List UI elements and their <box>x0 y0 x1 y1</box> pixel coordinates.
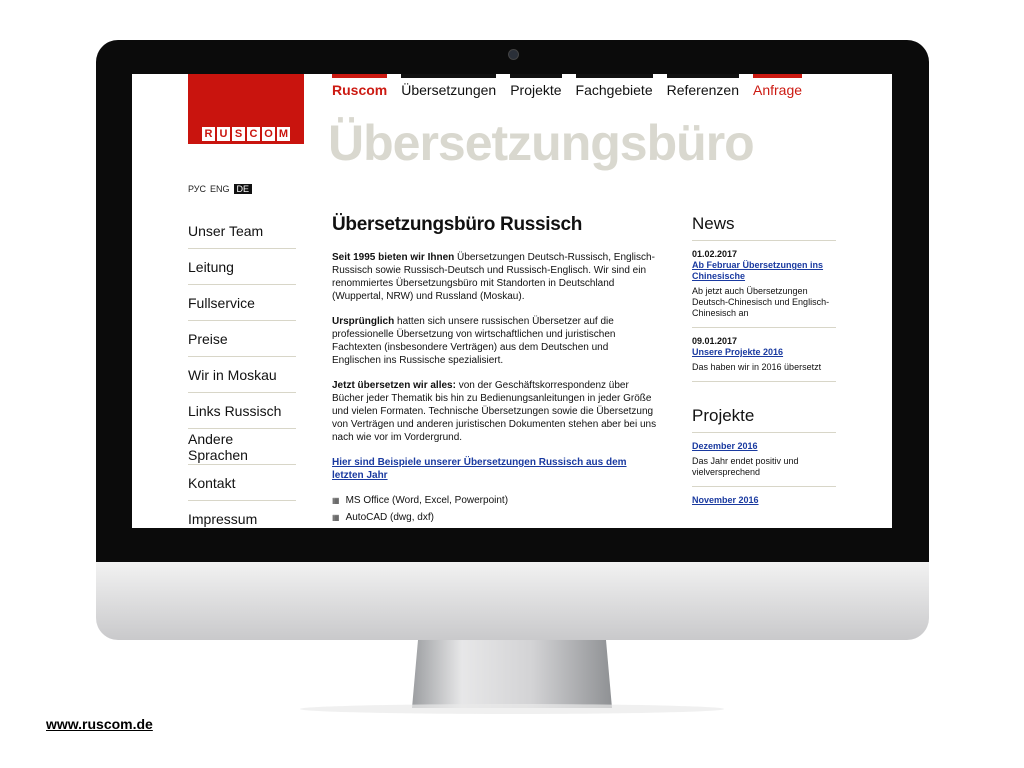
project-link[interactable]: November 2016 <box>692 495 759 505</box>
history-paragraph: Ursprünglich hatten sich unsere russisch… <box>332 315 658 367</box>
nav-projekte[interactable]: Projekte <box>510 74 562 98</box>
sidebar-item-unser-team[interactable]: Unser Team <box>188 213 296 249</box>
sidebar-item-impressum[interactable]: Impressum <box>188 501 296 528</box>
intro-bold: Seit 1995 bieten wir Ihnen <box>332 252 455 263</box>
sidebar-item-leitung[interactable]: Leitung <box>188 249 296 285</box>
grid-bullet-icon: ▦ <box>332 513 340 522</box>
nav-referenzen[interactable]: Referenzen <box>666 74 739 98</box>
sidebar-item-links[interactable]: Links Russisch <box>188 393 296 429</box>
examples-link[interactable]: Hier sind Beispiele unserer Übersetzunge… <box>332 457 627 481</box>
list-item-label: AutoCAD (dwg, dxf) <box>345 512 434 523</box>
monitor-stand <box>412 640 612 708</box>
list-item-label: MS Office (Word, Excel, Powerpoint) <box>345 495 509 506</box>
right-column: News 01.02.2017 Ab Februar Übersetzungen… <box>692 214 836 514</box>
nav-ruscom[interactable]: Ruscom <box>332 74 388 98</box>
camera-icon <box>508 49 519 60</box>
news-date: 09.01.2017 <box>692 336 738 346</box>
logo-letter: O <box>262 127 275 141</box>
lang-en[interactable]: ENG <box>210 184 230 194</box>
project-item: November 2016 <box>692 487 836 514</box>
news-heading: News <box>692 214 836 241</box>
grid-bullet-icon: ▦ <box>332 496 340 505</box>
news-link[interactable]: Unsere Projekte 2016 <box>692 347 783 357</box>
services-bold: Jetzt übersetzen wir alles: <box>332 380 456 391</box>
project-item: Dezember 2016 Das Jahr endet positiv und… <box>692 433 836 487</box>
project-link[interactable]: Dezember 2016 <box>692 441 758 451</box>
monitor-chin <box>96 562 929 640</box>
logo-letter: S <box>232 127 245 141</box>
news-item: 01.02.2017 Ab Februar Übersetzungen ins … <box>692 241 836 328</box>
logo-letter: U <box>217 127 230 141</box>
news-date: 01.02.2017 <box>692 249 738 259</box>
list-item: ▦ MS Office (Word, Excel, Powerpoint) <box>332 494 658 507</box>
nav-anfrage[interactable]: Anfrage <box>753 74 803 98</box>
lang-de[interactable]: DE <box>233 184 253 194</box>
main-heading: Übersetzungsbüro Russisch <box>332 214 583 235</box>
sidebar-item-sprachen[interactable]: Andere Sprachen <box>188 429 296 465</box>
website-screen: R U S C O M Ruscom Übersetzungen Projekt… <box>132 74 892 528</box>
nav-uebersetzungen[interactable]: Übersetzungen <box>401 74 497 98</box>
main-content: Übersetzungsbüro Russisch Seit 1995 biet… <box>332 214 658 528</box>
language-switcher: РУС ENG DE <box>188 184 253 194</box>
site-url-caption[interactable]: www.ruscom.de <box>46 716 153 732</box>
services-paragraph: Jetzt übersetzen wir alles: von der Gesc… <box>332 379 658 444</box>
logo-letter: C <box>247 127 260 141</box>
sidebar-item-kontakt[interactable]: Kontakt <box>188 465 296 501</box>
history-bold: Ursprünglich <box>332 316 395 327</box>
top-navigation: Ruscom Übersetzungen Projekte Fachgebiet… <box>332 74 803 98</box>
lang-ru[interactable]: РУС <box>188 184 206 194</box>
news-text: Das haben wir in 2016 übersetzt <box>692 362 822 372</box>
examples-paragraph: Hier sind Beispiele unserer Übersetzunge… <box>332 456 658 482</box>
sidebar-item-preise[interactable]: Preise <box>188 321 296 357</box>
list-item: ▦ AutoCAD (dwg, dxf) <box>332 511 658 524</box>
projects-heading: Projekte <box>692 406 836 433</box>
sidebar-menu: Unser Team Leitung Fullservice Preise Wi… <box>188 213 296 528</box>
project-text: Das Jahr endet positiv und vielversprech… <box>692 456 799 477</box>
sidebar-item-moskau[interactable]: Wir in Moskau <box>188 357 296 393</box>
logo-letters: R U S C O M <box>188 127 304 141</box>
news-link[interactable]: Ab Februar Übersetzungen ins Chinesische <box>692 260 823 281</box>
nav-fachgebiete[interactable]: Fachgebiete <box>575 74 653 98</box>
sidebar-item-fullservice[interactable]: Fullservice <box>188 285 296 321</box>
news-item: 09.01.2017 Unsere Projekte 2016 Das habe… <box>692 328 836 382</box>
intro-paragraph: Seit 1995 bieten wir Ihnen Übersetzungen… <box>332 251 658 303</box>
news-text: Ab jetzt auch Übersetzungen Deutsch-Chin… <box>692 286 830 318</box>
format-list: ▦ MS Office (Word, Excel, Powerpoint) ▦ Au… <box>332 494 658 524</box>
monitor-stand-shadow <box>300 704 724 714</box>
logo-letter: M <box>277 127 290 141</box>
logo-letter: R <box>202 127 215 141</box>
page-banner-title: Übersetzungsbüro <box>328 115 755 171</box>
